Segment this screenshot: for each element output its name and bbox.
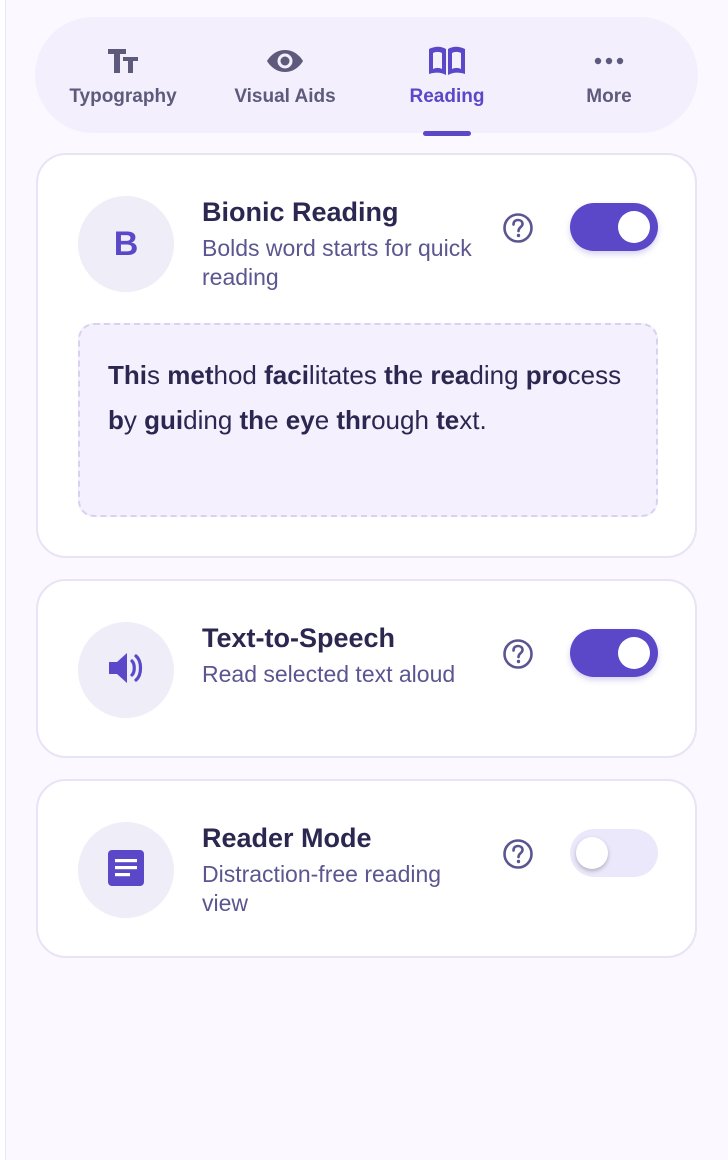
bionic-word-rest: cess xyxy=(567,360,622,390)
speaker-icon xyxy=(106,650,146,691)
bionic-reading-card: B Bionic Reading Bolds word starts for q… xyxy=(36,153,697,558)
bionic-word-bold: Thi xyxy=(108,360,147,390)
document-icon xyxy=(108,849,144,891)
settings-panel: Typography Visual Aids Reading More B Bi… xyxy=(5,0,728,1160)
bionic-word-rest: ding xyxy=(469,360,519,390)
bionic-word-bold: rea xyxy=(430,360,470,390)
bionic-word-rest: e xyxy=(264,405,279,435)
bionic-word: method xyxy=(167,360,257,390)
bionic-word-bold: pro xyxy=(525,360,568,390)
bionic-avatar: B xyxy=(78,196,174,292)
bionic-word: This xyxy=(108,360,160,390)
tab-reading[interactable]: Reading xyxy=(366,17,528,136)
bionic-word-bold: th xyxy=(239,405,265,435)
bionic-letter-icon: B xyxy=(113,224,139,263)
card-title: Reader Mode xyxy=(202,823,372,853)
active-tab-indicator xyxy=(423,131,471,136)
tab-more[interactable]: More xyxy=(528,17,690,133)
tab-label: Typography xyxy=(69,86,177,107)
tts-avatar xyxy=(78,622,174,718)
bionic-word-rest: litates xyxy=(308,360,377,390)
bionic-word: reading xyxy=(430,360,518,390)
book-icon xyxy=(427,44,467,78)
bionic-word-bold: met xyxy=(167,360,214,390)
bionic-word-bold: b xyxy=(108,405,124,435)
tab-label: Visual Aids xyxy=(234,86,336,107)
tab-label: Reading xyxy=(409,86,485,107)
bionic-word: through xyxy=(336,405,429,435)
typography-icon xyxy=(103,44,143,78)
more-dots-icon xyxy=(589,44,629,78)
bionic-word-rest: e xyxy=(408,360,424,390)
bionic-word: facilitates xyxy=(264,360,377,390)
help-icon[interactable] xyxy=(502,638,534,670)
help-icon[interactable] xyxy=(502,212,534,244)
bionic-word: eye xyxy=(286,405,329,435)
bionic-word-bold: gui xyxy=(144,405,184,435)
tab-typography[interactable]: Typography xyxy=(42,17,204,133)
bionic-word: by xyxy=(108,405,137,435)
bionic-word-rest: ough xyxy=(371,405,429,435)
bionic-word-bold: thr xyxy=(336,405,372,435)
bionic-word-bold: ey xyxy=(285,405,315,435)
bionic-word-rest: y xyxy=(123,405,137,435)
bionic-word-bold: th xyxy=(384,360,409,390)
text-to-speech-card: Text-to-Speech Read selected text aloud xyxy=(36,579,697,758)
toggle-knob xyxy=(576,837,608,869)
bionic-word: the xyxy=(240,405,279,435)
bionic-word-rest: s xyxy=(147,360,160,390)
bionic-word-rest: xt. xyxy=(459,405,487,435)
bionic-word: text. xyxy=(436,405,487,435)
text-to-speech-toggle[interactable] xyxy=(570,629,658,677)
bionic-word: guiding xyxy=(144,405,232,435)
bionic-preview-text: This method facilitates the reading proc… xyxy=(108,360,621,435)
toggle-knob xyxy=(618,637,650,669)
bionic-word-rest: hod xyxy=(213,360,257,390)
bionic-word-rest: ding xyxy=(183,405,233,435)
tab-label: More xyxy=(586,86,632,107)
bionic-preview: This method facilitates the reading proc… xyxy=(78,323,658,517)
bionic-word-bold: te xyxy=(436,405,460,435)
bionic-reading-toggle[interactable] xyxy=(570,203,658,251)
bionic-word-rest: e xyxy=(314,405,330,435)
card-title: Text-to-Speech xyxy=(202,623,396,653)
bionic-word: process xyxy=(526,360,621,390)
card-description: Read selected text aloud xyxy=(202,661,456,687)
card-title: Bionic Reading xyxy=(202,197,399,227)
tab-visual-aids[interactable]: Visual Aids xyxy=(204,17,366,133)
bionic-word-bold: faci xyxy=(264,360,309,390)
reader-mode-card: Reader Mode Distraction-free reading vie… xyxy=(36,779,697,958)
bionic-word: the xyxy=(384,360,423,390)
eye-icon xyxy=(265,44,305,78)
toggle-knob xyxy=(618,211,650,243)
tab-bar: Typography Visual Aids Reading More xyxy=(35,17,698,136)
reader-mode-toggle[interactable] xyxy=(570,829,658,877)
help-icon[interactable] xyxy=(502,838,534,870)
reader-avatar xyxy=(78,822,174,918)
card-description: Distraction-free reading view xyxy=(202,861,442,916)
card-description: Bolds word starts for quick reading xyxy=(202,235,472,290)
